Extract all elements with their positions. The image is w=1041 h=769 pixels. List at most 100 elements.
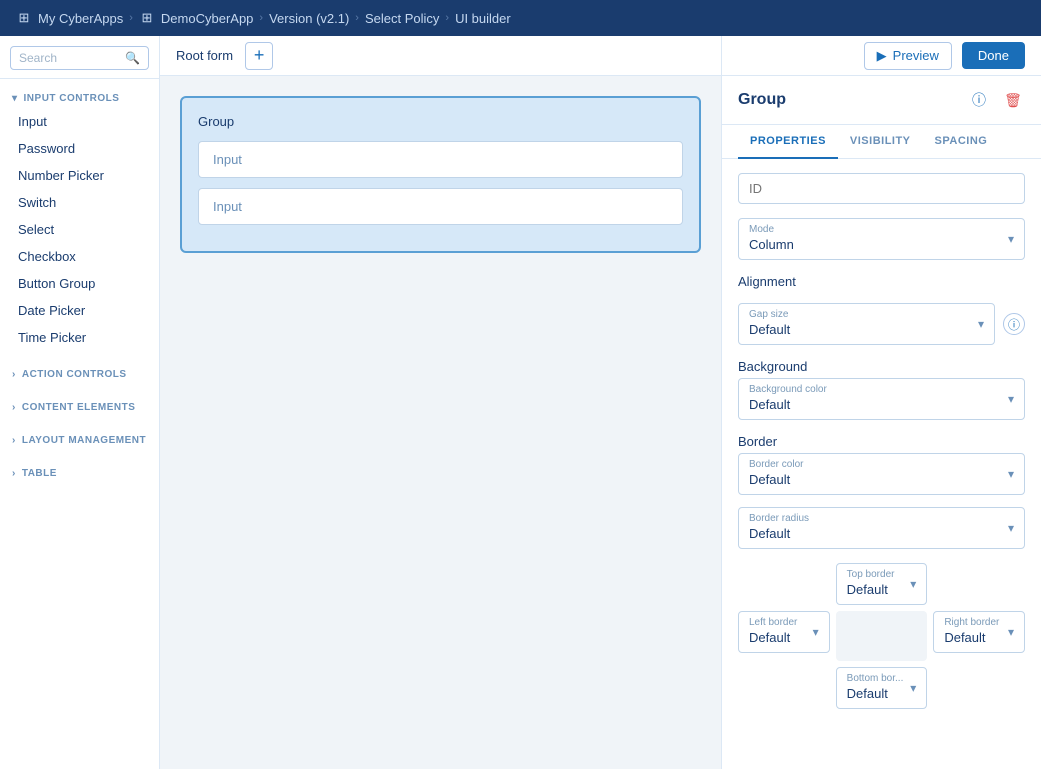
mode-select[interactable]: Mode Column ▾ — [738, 218, 1025, 260]
background-color-select[interactable]: Background color Default ▾ — [738, 378, 1025, 420]
border-radius-select[interactable]: Border radius Default ▾ — [738, 507, 1025, 549]
right-header-bar: ▶ Preview Done — [722, 36, 1041, 76]
id-input[interactable] — [738, 173, 1025, 204]
search-input[interactable] — [19, 51, 119, 65]
left-border-cell: Left border Default ▾ — [738, 611, 830, 661]
left-border-value: Default — [739, 628, 829, 652]
canvas-content[interactable]: Group Input Input — [160, 76, 721, 769]
breadcrumb-sep-1: › — [129, 12, 133, 24]
sidebar-item-switch[interactable]: Switch — [0, 189, 159, 216]
background-color-label: Background color — [739, 379, 1024, 395]
top-nav: ⊞ My CyberApps › ⊞ DemoCyberApp › Versio… — [0, 0, 1041, 36]
nav-label-democyberapp: DemoCyberApp — [161, 11, 254, 26]
left-border-label: Left border — [739, 612, 829, 628]
chevron-down-icon: ▾ — [12, 93, 18, 104]
alignment-label: Alignment — [738, 274, 1025, 289]
empty-bottom-right — [933, 667, 1025, 709]
sidebar-section-content-elements: › CONTENT ELEMENTS — [0, 388, 159, 421]
sidebar-item-time-picker[interactable]: Time Picker — [0, 324, 159, 351]
chevron-right-icon-4: › — [12, 468, 16, 479]
sidebar-section-action-controls: › ACTION CONTROLS — [0, 355, 159, 388]
bottom-border-select[interactable]: Bottom bor... Default ▾ — [836, 667, 928, 709]
props-panel-title: Group — [738, 91, 786, 109]
canvas-root-form-label: Root form — [176, 48, 233, 63]
nav-version[interactable]: Version (v2.1) — [269, 11, 349, 26]
nav-ui-builder[interactable]: UI builder — [455, 11, 511, 26]
apps-icon: ⊞ — [16, 10, 32, 26]
right-border-cell: Right border Default ▾ — [933, 611, 1025, 661]
top-border-select[interactable]: Top border Default ▾ — [836, 563, 928, 605]
nav-label-selectpolicy: Select Policy — [365, 11, 439, 26]
main-layout: 🔍 ▾ INPUT CONTROLS Input Password Number… — [0, 36, 1041, 769]
sidebar-search-area: 🔍 — [0, 36, 159, 79]
chevron-right-icon: › — [12, 369, 16, 380]
chevron-right-icon-2: › — [12, 402, 16, 413]
sidebar-item-checkbox[interactable]: Checkbox — [0, 243, 159, 270]
empty-top-left — [738, 563, 830, 605]
mode-label: Mode — [739, 219, 1024, 235]
done-button[interactable]: Done — [962, 42, 1025, 69]
right-border-value: Default — [934, 628, 1024, 652]
grid-icon: ⊞ — [139, 10, 155, 26]
sidebar-section-header-table[interactable]: › TABLE — [0, 464, 159, 483]
group-container[interactable]: Group Input Input — [180, 96, 701, 253]
top-border-value: Default — [837, 580, 927, 604]
sidebar-item-button-group[interactable]: Button Group — [0, 270, 159, 297]
right-border-select[interactable]: Right border Default ▾ — [933, 611, 1025, 653]
gap-size-value: Default — [739, 320, 994, 344]
canvas-toolbar: Root form + — [160, 36, 721, 76]
mode-value: Column — [739, 235, 1024, 259]
sidebar-item-input[interactable]: Input — [0, 108, 159, 135]
properties-panel: ▶ Preview Done Group ⓘ 🗑 PROPERTIES — [721, 36, 1041, 769]
preview-label: Preview — [893, 48, 939, 63]
field-group-mode: Mode Column ▾ — [738, 218, 1025, 260]
right-border-label: Right border — [934, 612, 1024, 628]
delete-button[interactable]: 🗑 — [1001, 88, 1025, 112]
breadcrumb-sep-3: › — [355, 12, 359, 24]
canvas-input-1[interactable]: Input — [198, 141, 683, 178]
sidebar-section-header-content-elements[interactable]: › CONTENT ELEMENTS — [0, 398, 159, 417]
background-color-value: Default — [739, 395, 1024, 419]
chevron-right-icon-3: › — [12, 435, 16, 446]
sidebar-item-number-picker[interactable]: Number Picker — [0, 162, 159, 189]
tab-visibility[interactable]: VISIBILITY — [838, 125, 923, 159]
sidebar-item-password[interactable]: Password — [0, 135, 159, 162]
info-button[interactable]: ⓘ — [967, 88, 991, 112]
nav-my-cyberapps[interactable]: ⊞ My CyberApps — [16, 10, 123, 26]
tab-properties[interactable]: PROPERTIES — [738, 125, 838, 159]
sidebar-item-select[interactable]: Select — [0, 216, 159, 243]
props-tabs: PROPERTIES VISIBILITY SPACING — [722, 125, 1041, 159]
gap-size-select[interactable]: Gap size Default ▾ — [738, 303, 995, 345]
props-panel-header: Group ⓘ 🗑 — [722, 76, 1041, 125]
sidebar-section-header-layout-management[interactable]: › LAYOUT MANAGEMENT — [0, 431, 159, 450]
top-border-label: Top border — [837, 564, 927, 580]
gap-size-label: Gap size — [739, 304, 994, 320]
sidebar-section-header-action-controls[interactable]: › ACTION CONTROLS — [0, 365, 159, 384]
sidebar-item-date-picker[interactable]: Date Picker — [0, 297, 159, 324]
sidebar-section-label-table: TABLE — [22, 468, 57, 479]
props-body: Mode Column ▾ Alignment Gap size — [722, 159, 1041, 723]
canvas-row: Root form + Group Input Input ▶ — [160, 36, 1041, 769]
canvas-area: Root form + Group Input Input — [160, 36, 721, 769]
bottom-border-label: Bottom bor... — [837, 668, 927, 684]
tab-spacing[interactable]: SPACING — [923, 125, 1000, 159]
add-element-button[interactable]: + — [245, 42, 273, 70]
border-radius-label: Border radius — [739, 508, 1024, 524]
sidebar-section-header-input-controls[interactable]: ▾ INPUT CONTROLS — [0, 89, 159, 108]
sidebar: 🔍 ▾ INPUT CONTROLS Input Password Number… — [0, 36, 160, 769]
canvas-with-right: Root form + Group Input Input ▶ — [160, 36, 1041, 769]
preview-button[interactable]: ▶ Preview — [864, 42, 952, 70]
gap-info-button[interactable]: ⓘ — [1003, 313, 1025, 335]
border-radius-value: Default — [739, 524, 1024, 548]
canvas-input-2[interactable]: Input — [198, 188, 683, 225]
left-border-select[interactable]: Left border Default ▾ — [738, 611, 830, 653]
field-group-alignment: Alignment — [738, 274, 1025, 289]
border-color-select[interactable]: Border color Default ▾ — [738, 453, 1025, 495]
nav-democyberapp[interactable]: ⊞ DemoCyberApp — [139, 10, 254, 26]
field-group-gap: Gap size Default ▾ ⓘ — [738, 303, 1025, 345]
border-center-cell — [836, 611, 928, 661]
nav-select-policy[interactable]: Select Policy — [365, 11, 439, 26]
border-color-label: Border color — [739, 454, 1024, 470]
group-label: Group — [198, 114, 683, 129]
search-wrap: 🔍 — [10, 46, 149, 70]
